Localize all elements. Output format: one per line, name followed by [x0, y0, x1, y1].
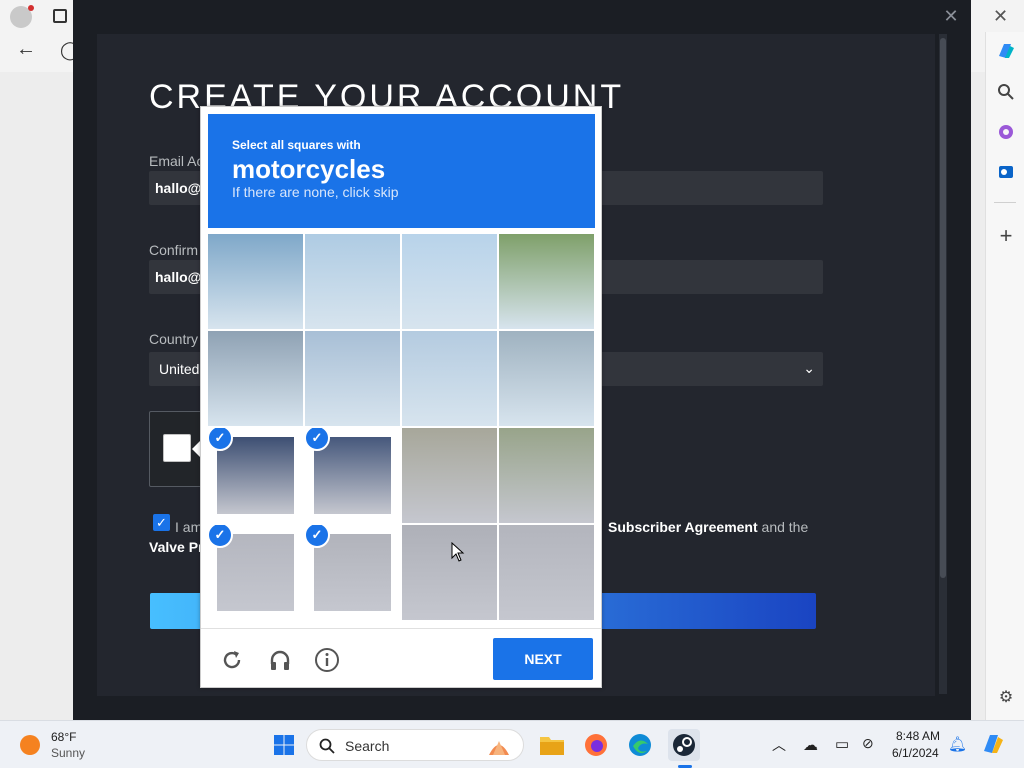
- confirm-email-label: Confirm: [149, 242, 199, 258]
- scrollbar-thumb[interactable]: [940, 38, 946, 578]
- outlook-icon[interactable]: [993, 159, 1019, 185]
- email-label: Email Ac: [149, 153, 204, 169]
- add-icon[interactable]: +: [993, 223, 1019, 249]
- recaptcha-checkbox[interactable]: [163, 434, 191, 462]
- tile-image: [314, 437, 391, 514]
- settings-gear-icon[interactable]: ⚙: [993, 684, 1019, 710]
- challenge-footer: NEXT: [201, 628, 601, 688]
- search-icon[interactable]: [993, 79, 1019, 105]
- tile-image: [402, 525, 497, 620]
- agree-suffix: and the: [757, 519, 809, 535]
- challenge-header: Select all squares with motorcycles If t…: [208, 114, 595, 228]
- tile-image: [208, 234, 303, 329]
- tile-image: [305, 331, 400, 426]
- captcha-tile[interactable]: [208, 331, 303, 426]
- captcha-tile[interactable]: [499, 428, 594, 523]
- chevron-down-icon: ⌄: [803, 360, 815, 376]
- search-icon: [319, 738, 335, 754]
- captcha-tile[interactable]: [208, 234, 303, 329]
- agree-text-right: Subscriber Agreement and the: [608, 519, 808, 535]
- file-explorer-icon[interactable]: [536, 729, 568, 761]
- tile-image: [402, 234, 497, 329]
- captcha-tile[interactable]: [402, 525, 497, 620]
- copilot-icon[interactable]: [993, 38, 1019, 64]
- tile-image: [402, 331, 497, 426]
- clock-time[interactable]: 8:48 AM: [896, 729, 940, 743]
- sidebar-divider: [994, 202, 1016, 203]
- sun-icon[interactable]: [20, 735, 40, 755]
- tile-image: [402, 428, 497, 523]
- scrollbar[interactable]: [939, 34, 947, 694]
- captcha-tile[interactable]: [402, 234, 497, 329]
- tile-image: [217, 437, 294, 514]
- info-icon[interactable]: [314, 647, 340, 673]
- captcha-tile[interactable]: ✓: [305, 525, 400, 620]
- dialog-close-icon[interactable]: ✕: [939, 4, 963, 28]
- onedrive-icon[interactable]: ☁: [803, 736, 818, 754]
- captcha-tile[interactable]: [499, 525, 594, 620]
- office-icon[interactable]: [993, 119, 1019, 145]
- taskbar-search[interactable]: Search: [306, 729, 524, 761]
- back-arrow-icon[interactable]: ←: [16, 38, 36, 61]
- tile-image: [305, 234, 400, 329]
- valve-privacy-link[interactable]: Valve Pr: [149, 539, 204, 555]
- search-highlight-icon: [489, 741, 509, 755]
- headphones-icon[interactable]: [267, 647, 293, 673]
- tile-image: [217, 534, 294, 611]
- captcha-tile[interactable]: [499, 234, 594, 329]
- clock-date[interactable]: 6/1/2024: [892, 746, 939, 760]
- country-value: United: [159, 361, 200, 377]
- captcha-tile[interactable]: [402, 428, 497, 523]
- captcha-tile[interactable]: [499, 331, 594, 426]
- tile-image: [208, 331, 303, 426]
- recaptcha-challenge: Select all squares with motorcycles If t…: [200, 106, 602, 688]
- taskbar: 68°F Sunny Search ︿ ☁ ▭ ⊘ 8:48 AM 6/1/20…: [0, 720, 1024, 768]
- captcha-tile[interactable]: [305, 331, 400, 426]
- instruction-text: Select all squares with: [232, 138, 361, 152]
- next-button[interactable]: NEXT: [493, 638, 593, 680]
- skip-hint: If there are none, click skip: [232, 184, 399, 200]
- window-close-icon[interactable]: ✕: [993, 6, 1008, 27]
- target-object: motorcycles: [232, 154, 386, 184]
- country-label: Country: [149, 331, 199, 347]
- search-placeholder: Search: [345, 738, 390, 754]
- tile-image: [499, 428, 594, 523]
- browser-sidebar: + ⚙: [985, 32, 1024, 720]
- display-icon[interactable]: ▭: [835, 735, 849, 753]
- tab-actions-icon[interactable]: [53, 9, 67, 23]
- captcha-tile[interactable]: ✓: [208, 525, 303, 620]
- captcha-tile[interactable]: [402, 331, 497, 426]
- reload-icon[interactable]: [219, 647, 245, 673]
- agree-checkbox[interactable]: ✓: [153, 514, 170, 531]
- captcha-tile[interactable]: [305, 234, 400, 329]
- tile-image: [314, 534, 391, 611]
- copilot-taskbar-icon[interactable]: [980, 731, 1006, 757]
- challenge-grid: ✓ ✓ ✓ ✓: [208, 234, 596, 622]
- firefox-icon[interactable]: [580, 729, 612, 761]
- agree-text: I am: [175, 519, 203, 535]
- weather-temperature[interactable]: 68°F: [51, 730, 76, 744]
- weather-description[interactable]: Sunny: [51, 746, 85, 760]
- tile-image: [499, 525, 594, 620]
- captcha-tile[interactable]: ✓: [208, 428, 303, 523]
- tile-image: [499, 331, 594, 426]
- notification-bell-icon[interactable]: 🔔︎: [948, 735, 967, 753]
- network-icon[interactable]: ⊘: [862, 735, 874, 752]
- subscriber-agreement-link[interactable]: Subscriber Agreement: [608, 519, 758, 535]
- tile-image: [499, 234, 594, 329]
- mouse-cursor-icon: [451, 541, 465, 567]
- steam-icon[interactable]: [668, 729, 700, 768]
- notification-dot: [28, 5, 34, 11]
- edge-icon[interactable]: [624, 729, 656, 761]
- show-hidden-icons-icon[interactable]: ︿: [772, 735, 786, 755]
- captcha-tile[interactable]: ✓: [305, 428, 400, 523]
- start-button-icon[interactable]: [268, 729, 300, 761]
